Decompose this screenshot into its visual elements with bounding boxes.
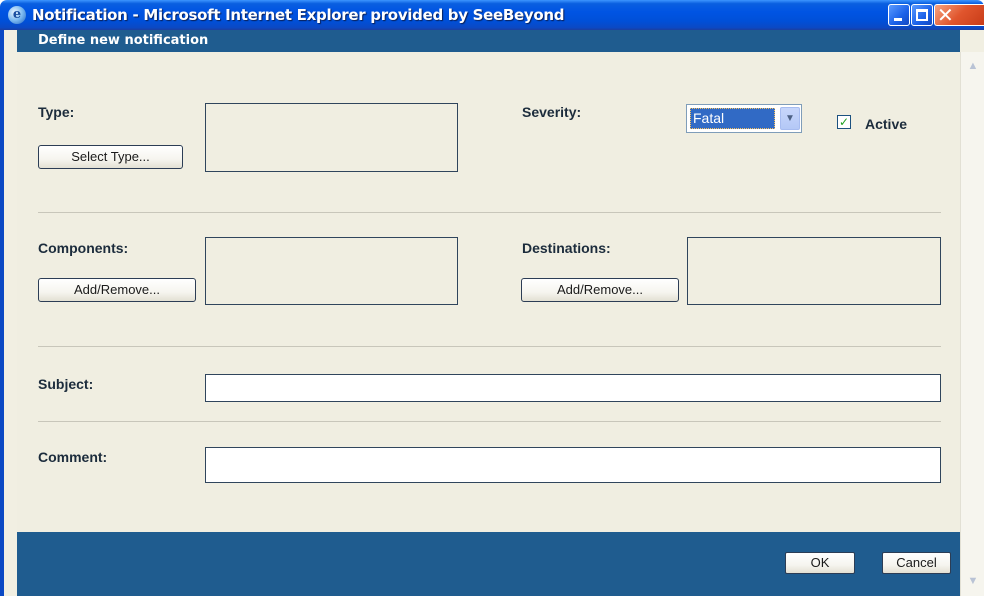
close-button[interactable]: ✕ — [934, 3, 984, 27]
scroll-down-icon[interactable]: ▼ — [964, 572, 982, 590]
destinations-list-box — [687, 237, 941, 305]
subject-input[interactable] — [205, 374, 941, 402]
active-label: Active — [865, 116, 908, 132]
type-display-box — [205, 103, 458, 172]
maximize-button[interactable] — [911, 4, 933, 26]
window-title: Notification - Microsoft Internet Explor… — [32, 6, 565, 24]
components-list-box — [205, 237, 458, 305]
minimize-button[interactable] — [888, 4, 910, 26]
severity-select[interactable]: Fatal ▼ — [686, 104, 802, 133]
vertical-scrollbar[interactable]: ▲ ▼ — [960, 52, 984, 596]
comment-input[interactable] — [205, 447, 941, 483]
components-label: Components: — [38, 240, 129, 256]
form-header: Define new notification — [17, 30, 960, 52]
components-add-remove-button[interactable]: Add/Remove... — [38, 278, 196, 302]
severity-selected-value: Fatal — [690, 108, 775, 129]
divider — [38, 421, 941, 422]
close-icon: ✕ — [937, 3, 954, 27]
maximize-icon — [916, 9, 928, 21]
ok-button[interactable]: OK — [785, 552, 855, 574]
destinations-label: Destinations: — [522, 240, 611, 256]
destinations-add-remove-button[interactable]: Add/Remove... — [521, 278, 679, 302]
minimize-icon — [894, 18, 902, 21]
active-checkbox[interactable]: ✓ — [837, 115, 851, 129]
subject-label: Subject: — [38, 376, 94, 392]
scroll-up-icon[interactable]: ▲ — [964, 57, 982, 75]
severity-label: Severity: — [522, 104, 582, 120]
divider — [38, 346, 941, 347]
cancel-button[interactable]: Cancel — [882, 552, 951, 574]
comment-label: Comment: — [38, 449, 108, 465]
checkmark-icon: ✓ — [838, 115, 850, 129]
type-label: Type: — [38, 104, 75, 120]
select-type-button[interactable]: Select Type... — [38, 145, 183, 169]
window-titlebar[interactable]: e Notification - Microsoft Internet Expl… — [0, 0, 984, 30]
divider — [38, 212, 941, 213]
window-left-border — [0, 30, 4, 596]
ie-logo-icon: e — [8, 6, 26, 24]
chevron-down-icon[interactable]: ▼ — [780, 107, 800, 130]
